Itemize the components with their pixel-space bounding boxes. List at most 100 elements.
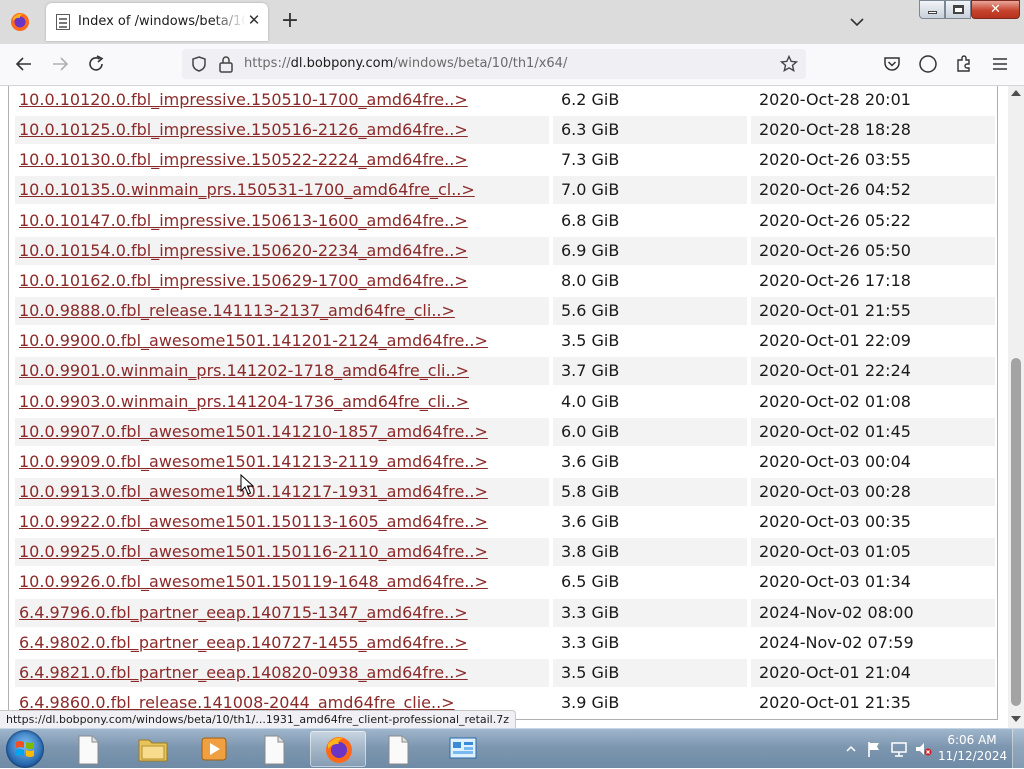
account-sync-icon[interactable] [918,54,938,74]
extensions-puzzle-icon[interactable] [954,54,974,74]
name-cell: 6.4.9802.0.fbl_partner_eeap.140727-1455_… [15,629,549,657]
file-size: 3.8 GiB [561,542,620,562]
table-row: 6.4.9796.0.fbl_partner_eeap.140715-1347_… [15,598,995,627]
size-cell: 4.0 GiB [553,388,747,416]
file-link[interactable]: 10.0.9888.0.fbl_release.141113-2137_amd6… [19,301,455,320]
date-cell: 2020-Oct-01 22:09 [751,327,995,355]
forward-arrow-icon[interactable] [50,54,70,74]
window-controls: ✕ [917,0,1024,20]
scroll-up-arrow-icon[interactable] [1011,90,1021,96]
file-link[interactable]: 10.0.10147.0.fbl_impressive.150613-1600_… [19,211,468,230]
taskbar-document-button[interactable] [248,731,304,767]
hamburger-menu-icon[interactable] [990,54,1010,74]
file-link[interactable]: 6.4.9821.0.fbl_partner_eeap.140820-0938_… [19,663,468,682]
name-cell: 10.0.9907.0.fbl_awesome1501.141210-1857_… [15,417,549,446]
tab-active[interactable]: Index of /windows/beta/10/th1/x64/ ✕ [46,3,268,41]
size-cell: 6.9 GiB [553,236,747,265]
taskbar-documents-button[interactable] [62,731,118,767]
file-link[interactable]: 10.0.9925.0.fbl_awesome1501.150116-2110_… [19,542,488,561]
file-link[interactable]: 10.0.9907.0.fbl_awesome1501.141210-1857_… [19,422,488,441]
file-size: 6.8 GiB [561,210,620,230]
file-link[interactable]: 10.0.9909.0.fbl_awesome1501.141213-2119_… [19,452,488,471]
taskbar-media-player-button[interactable] [186,731,242,767]
url-bar[interactable]: https://dl.bobpony.com/windows/beta/10/t… [182,49,806,79]
file-size: 3.3 GiB [561,602,620,622]
date-cell: 2020-Oct-28 18:28 [751,116,995,145]
new-tab-icon[interactable]: + [280,10,300,32]
close-window-button[interactable]: ✕ [971,0,1020,19]
table-row: 10.0.9900.0.fbl_awesome1501.141201-2124_… [15,327,995,355]
date-cell: 2024-Nov-02 07:59 [751,629,995,657]
size-cell: 3.5 GiB [553,658,747,687]
start-button[interactable] [6,730,44,768]
name-cell: 10.0.9925.0.fbl_awesome1501.150116-2110_… [15,538,549,567]
pocket-icon[interactable] [882,54,902,74]
close-icon: ✕ [990,2,1001,17]
taskbar-control-panel-button[interactable] [434,731,490,767]
file-link[interactable]: 10.0.9903.0.winmain_prs.141204-1736_amd6… [19,392,469,411]
close-tab-icon[interactable]: ✕ [246,12,262,28]
file-link[interactable]: 10.0.10120.0.fbl_impressive.150510-1700_… [19,90,468,109]
date-cell: 2020-Oct-03 00:28 [751,477,995,506]
lock-icon[interactable] [218,55,234,73]
name-cell: 6.4.9796.0.fbl_partner_eeap.140715-1347_… [15,598,549,627]
file-link[interactable]: 10.0.10130.0.fbl_impressive.150522-2224_… [19,150,468,169]
taskbar-firefox-button[interactable] [310,731,366,767]
file-link[interactable]: 10.0.9926.0.fbl_awesome1501.150119-1648_… [19,572,488,591]
file-link[interactable]: 6.4.9802.0.fbl_partner_eeap.140727-1455_… [19,633,468,652]
file-link[interactable]: 10.0.10162.0.fbl_impressive.150629-1700_… [19,271,468,290]
folder-icon [138,739,168,762]
file-date: 2020-Oct-26 17:18 [759,270,911,290]
reload-icon[interactable] [86,54,106,74]
file-size: 6.0 GiB [561,421,620,441]
file-date: 2024-Nov-02 07:59 [759,632,914,652]
chevron-down-icon[interactable] [848,13,866,31]
tab-title: Index of /windows/beta/10/th1/x64/ [78,14,246,29]
date-cell: 2020-Oct-02 01:08 [751,388,995,416]
file-size: 3.5 GiB [561,662,620,682]
table-row: 10.0.9913.0.fbl_awesome1501.141217-1931_… [15,477,995,506]
file-link[interactable]: 10.0.9922.0.fbl_awesome1501.150113-1605_… [19,512,488,531]
file-date: 2020-Oct-03 00:04 [759,451,911,471]
date-cell: 2020-Oct-01 21:55 [751,297,995,326]
taskbar-explorer-button[interactable] [124,731,180,767]
file-link[interactable]: 10.0.10135.0.winmain_prs.150531-1700_amd… [19,180,475,199]
file-link[interactable]: 10.0.10125.0.fbl_impressive.150516-2126_… [19,120,468,139]
file-link[interactable]: 10.0.10154.0.fbl_impressive.150620-2234_… [19,241,468,260]
firefox-icon [326,737,352,763]
date-cell: 2020-Oct-28 20:01 [751,86,995,114]
date-cell: 2020-Oct-03 01:34 [751,568,995,596]
file-link[interactable]: 10.0.9900.0.fbl_awesome1501.141201-2124_… [19,331,488,350]
network-icon[interactable] [890,740,908,758]
taskbar-notepad-button[interactable] [372,731,428,767]
firefox-menu-icon[interactable] [10,12,30,32]
show-desktop-button[interactable] [1012,729,1024,769]
tracking-protection-shield-icon[interactable] [190,55,208,73]
vertical-scrollbar[interactable] [1008,86,1024,728]
table-row: 10.0.10130.0.fbl_impressive.150522-2224_… [15,146,995,174]
url-scheme: https:// [244,56,291,71]
scrollbar-thumb[interactable] [1011,358,1021,706]
clock-time[interactable]: 6:06 AM [942,733,1002,747]
action-center-flag-icon[interactable] [866,740,882,758]
media-player-icon [201,737,227,761]
bookmark-star-icon[interactable] [780,55,798,73]
maximize-button[interactable] [945,0,971,19]
back-arrow-icon[interactable] [14,54,34,74]
date-cell: 2020-Oct-26 17:18 [751,267,995,295]
minimize-button[interactable] [919,0,945,19]
name-cell: 10.0.9901.0.winmain_prs.141202-1718_amd6… [15,357,549,386]
table-row: 6.4.9802.0.fbl_partner_eeap.140727-1455_… [15,629,995,657]
show-hidden-icons-chevron-icon[interactable] [846,744,856,754]
file-date: 2020-Oct-03 00:35 [759,512,911,532]
file-link[interactable]: 10.0.9901.0.winmain_prs.141202-1718_amd6… [19,361,469,380]
file-link[interactable]: 6.4.9796.0.fbl_partner_eeap.140715-1347_… [19,603,468,622]
volume-muted-icon[interactable] [914,740,932,758]
clock-date[interactable]: 11/12/2024 [938,749,1007,763]
name-cell: 10.0.9922.0.fbl_awesome1501.150113-1605_… [15,508,549,536]
size-cell: 3.3 GiB [553,598,747,627]
scroll-down-arrow-icon[interactable] [1011,716,1021,722]
link-status-bar: https://dl.bobpony.com/windows/beta/10/t… [0,710,517,729]
url-text[interactable]: https://dl.bobpony.com/windows/beta/10/t… [244,56,567,71]
size-cell: 3.5 GiB [553,327,747,355]
